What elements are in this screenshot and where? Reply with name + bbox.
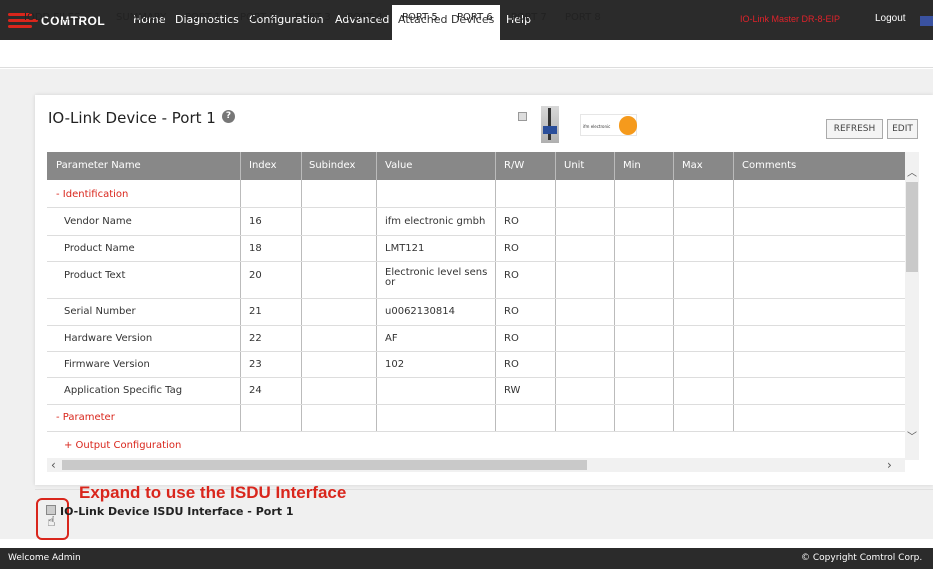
header-comments: Comments (742, 160, 797, 171)
row-line (47, 377, 905, 378)
refresh-button[interactable]: REFRESH (826, 119, 883, 139)
subtab-port-8[interactable]: PORT 8 (565, 12, 601, 23)
header-rw: R/W (504, 160, 525, 171)
cell-rw: RO (504, 306, 519, 317)
language-flag-icon[interactable] (920, 16, 933, 26)
row-line (47, 404, 905, 405)
device-name-label: IO-Link Master DR-8-EIP (740, 14, 841, 24)
subtab-port-1[interactable]: PORT 1 (185, 12, 221, 23)
section-parameter[interactable]: - Parameter (56, 412, 115, 423)
copyright-text: © Copyright Comtrol Corp. (801, 553, 923, 563)
subtab-iodd-files[interactable]: IODD FILES (24, 12, 80, 23)
column-divider (733, 152, 734, 432)
column-divider (555, 152, 556, 432)
scroll-down-icon[interactable]: ﹀ (907, 428, 917, 443)
scroll-left-icon[interactable]: ‹ (51, 458, 56, 472)
sub-navigation-bar (0, 40, 933, 68)
cell-name: Hardware Version (64, 333, 153, 344)
scroll-right-icon[interactable]: › (887, 458, 892, 472)
header-min: Min (623, 160, 641, 171)
cell-value: Electronic level sens or (385, 267, 488, 288)
header-index: Index (249, 160, 277, 171)
column-divider (301, 152, 302, 432)
section-identification[interactable]: - Identification (56, 189, 128, 200)
row-line (47, 207, 905, 208)
column-divider (376, 152, 377, 432)
cell-name: Product Name (64, 243, 135, 254)
subtab-summary[interactable]: SUMMARY (116, 12, 166, 23)
row-line (47, 235, 905, 236)
cell-name: Firmware Version (64, 359, 150, 370)
cell-index: 24 (249, 385, 262, 396)
cell-name: Serial Number (64, 306, 136, 317)
hand-cursor-icon: ☝ (47, 514, 56, 530)
subtab-port-2[interactable]: PORT 2 (240, 12, 276, 23)
header-max: Max (682, 160, 703, 171)
column-divider (614, 152, 615, 432)
row-line (47, 325, 905, 326)
table-vertical-scrollbar[interactable]: ︿ ﹀ (905, 152, 919, 460)
header-value: Value (385, 160, 413, 171)
subtab-port-5[interactable]: PORT 5 (402, 12, 438, 23)
scroll-thumb[interactable] (62, 460, 587, 470)
column-divider (673, 152, 674, 432)
cell-value: 102 (385, 359, 405, 370)
cell-index: 22 (249, 333, 262, 344)
header-parameter-name: Parameter Name (56, 160, 141, 171)
cell-index: 21 (249, 306, 262, 317)
row-line (47, 431, 905, 432)
cell-name: Vendor Name (64, 216, 132, 227)
help-icon[interactable]: ? (222, 110, 235, 123)
isdu-interface-label[interactable]: IO-Link Device ISDU Interface - Port 1 (60, 505, 294, 518)
row-line (47, 261, 905, 262)
vendor-logo-text: ifm electronic (583, 124, 611, 129)
scroll-thumb[interactable] (906, 182, 918, 272)
table-horizontal-scrollbar[interactable]: ‹ › (47, 458, 905, 472)
panel-title: IO-Link Device - Port 1 (48, 109, 216, 127)
edit-button[interactable]: EDIT (887, 119, 918, 139)
cell-value: LMT121 (385, 243, 425, 254)
cell-index: 20 (249, 270, 262, 281)
cell-rw: RO (504, 333, 519, 344)
subtab-port-3[interactable]: PORT 3 (295, 12, 331, 23)
header-unit: Unit (564, 160, 585, 171)
cell-rw: RO (504, 359, 519, 370)
cell-rw: RO (504, 216, 519, 227)
cell-rw: RO (504, 270, 519, 281)
cell-value: u0062130814 (385, 306, 455, 317)
section-output-configuration[interactable]: + Output Configuration (64, 440, 181, 451)
expand-image-icon[interactable] (518, 112, 527, 121)
header-subindex: Subindex (309, 160, 356, 171)
subtab-port-7[interactable]: PORT 7 (511, 12, 547, 23)
cell-rw: RW (504, 385, 521, 396)
scroll-up-icon[interactable]: ︿ (907, 164, 917, 179)
cell-value: AF (385, 333, 398, 344)
subtab-port-6[interactable]: PORT 6 (457, 12, 493, 23)
cell-index: 23 (249, 359, 262, 370)
cell-index: 16 (249, 216, 262, 227)
cell-name: Product Text (64, 270, 126, 281)
cell-name: Application Specific Tag (64, 385, 183, 396)
row-line (47, 298, 905, 299)
sensor-image (541, 106, 559, 143)
footer-bar (0, 548, 933, 569)
logout-link[interactable]: Logout (875, 13, 906, 24)
cell-index: 18 (249, 243, 262, 254)
column-divider (240, 152, 241, 432)
cell-value: ifm electronic gmbh (385, 216, 486, 227)
vendor-logo: ifm electronic (580, 114, 637, 136)
column-divider (495, 152, 496, 432)
cell-rw: RO (504, 243, 519, 254)
welcome-text: Welcome Admin (8, 553, 81, 563)
annotation-callout: Expand to use the ISDU Interface (79, 483, 347, 502)
row-line (47, 351, 905, 352)
subtab-port-4[interactable]: PORT 4 (347, 12, 383, 23)
